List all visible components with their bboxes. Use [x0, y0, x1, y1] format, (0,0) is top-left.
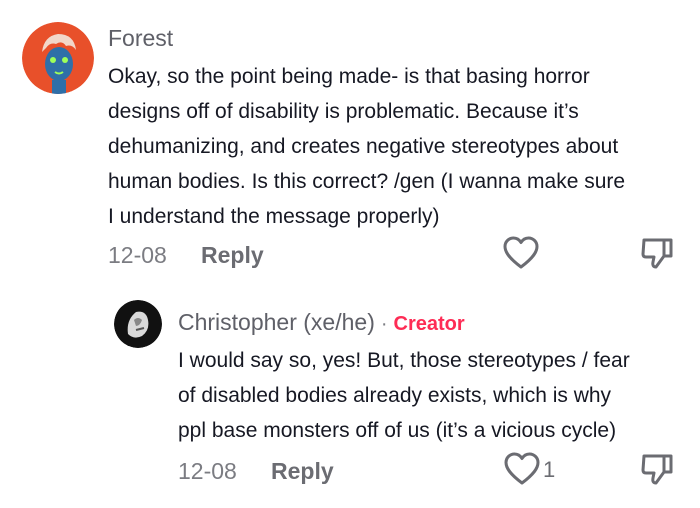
heart-outline-icon[interactable] [504, 452, 540, 486]
like-count: 1 [543, 457, 556, 482]
comment-username[interactable]: Forest [108, 25, 173, 52]
thumbs-down-outline-icon[interactable] [640, 452, 674, 486]
reply-username-row: Christopher (xe/he) · Creator [178, 309, 465, 336]
reply-button[interactable]: Reply [201, 242, 264, 269]
reply-text: I would say so, yes! But, those stereoty… [178, 343, 688, 448]
reply-date: 12-08 [178, 458, 237, 484]
avatar[interactable] [114, 300, 162, 348]
thumbs-down-outline-icon[interactable] [640, 236, 674, 270]
avatar[interactable] [22, 22, 94, 94]
comment-text-line: designs off of disability is problematic… [108, 100, 579, 123]
reply-username[interactable]: Christopher (xe/he) [178, 309, 375, 335]
heart-outline-icon[interactable] [503, 236, 539, 270]
comment-text-line: human bodies. Is this correct? /gen (I w… [108, 170, 626, 193]
creator-badge: Creator [393, 313, 465, 335]
comment-text: Okay, so the point being made- is that b… [108, 59, 688, 234]
comment-date: 12-08 [108, 242, 167, 268]
comment-text-line: I understand the message properly) [108, 205, 440, 228]
comment-text-line: dehumanizing, and creates negative stere… [108, 135, 619, 158]
reply-text-line: I would say so, yes! But, those stereoty… [178, 349, 630, 372]
reply-text-line: ppl base monsters off of us (it’s a vici… [178, 419, 617, 442]
reply-button[interactable]: Reply [271, 458, 334, 485]
reply-text-line: of disabled bodies already exists, which… [178, 384, 612, 407]
separator-dot: · [380, 313, 388, 335]
comment-text-line: Okay, so the point being made- is that b… [108, 65, 590, 88]
